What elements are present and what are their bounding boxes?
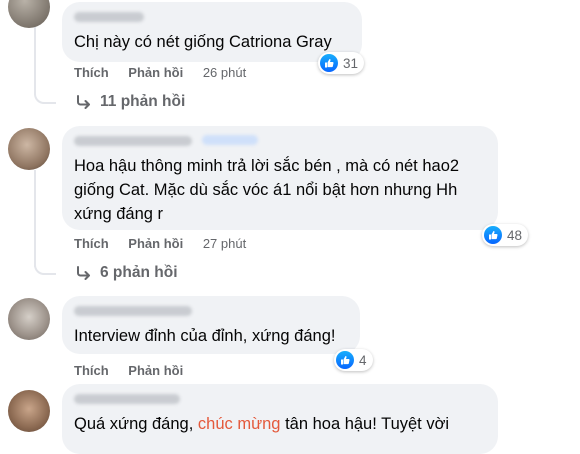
reply-link[interactable]: Phản hồi [128, 363, 183, 378]
comment-text-part: Quá xứng đáng, [74, 415, 198, 433]
comment-text-part: tân hoa hậu! Tuyệt vời [280, 415, 450, 433]
avatar[interactable] [8, 298, 50, 340]
reaction-badge[interactable]: 31 [318, 52, 365, 74]
reply-link[interactable]: Phản hồi [128, 65, 183, 80]
thread-hook [34, 259, 56, 275]
thread-line [34, 170, 36, 267]
comment-text: Interview đỉnh của đỉnh, xứng đáng! [74, 327, 336, 345]
reply-arrow-icon [77, 266, 90, 280]
comment-bubble: Chị này có nét giống Catriona Gray [62, 2, 362, 62]
comment-text: Quá xứng đáng, chúc mừng tân hoa hậu! Tu… [74, 412, 486, 436]
replies-count: 6 phản hồi [100, 264, 178, 281]
commenter-badge-blurred [202, 135, 258, 145]
like-link[interactable]: Thích [74, 363, 109, 378]
commenter-name-blurred [74, 136, 192, 146]
like-icon [336, 351, 354, 369]
comment-time[interactable]: 27 phút [203, 236, 246, 251]
reply-link[interactable]: Phản hồi [128, 236, 183, 251]
comment-text: Hoa hậu thông minh trả lời sắc bén , mà … [74, 157, 460, 223]
commenter-name-blurred [74, 394, 180, 404]
comment-actions: Thích Phản hồi [74, 363, 199, 378]
reaction-count: 4 [359, 352, 367, 368]
like-icon [484, 226, 502, 244]
comment-bubble: Interview đỉnh của đỉnh, xứng đáng! [62, 296, 360, 354]
comment-highlight: chúc mừng [197, 415, 281, 433]
replies-count: 11 phản hồi [100, 93, 186, 110]
reaction-badge[interactable]: 4 [334, 349, 373, 371]
reaction-badge[interactable]: 48 [482, 224, 529, 246]
comment-time[interactable]: 26 phút [203, 65, 246, 80]
comment-text: Chị này có nét giống Catriona Gray [74, 33, 332, 51]
view-replies-link[interactable]: 11 phản hồi [76, 93, 185, 111]
comment-actions: Thích Phản hồi 27 phút [74, 236, 262, 251]
comment-bubble: Hoa hậu thông minh trả lời sắc bén , mà … [62, 126, 498, 230]
avatar[interactable] [8, 128, 50, 170]
commenter-name-blurred [74, 306, 192, 316]
reaction-count: 48 [507, 227, 523, 243]
like-link[interactable]: Thích [74, 65, 109, 80]
view-replies-link[interactable]: 6 phản hồi [76, 264, 178, 282]
reply-arrow-icon [77, 95, 90, 109]
avatar[interactable] [8, 0, 50, 28]
like-icon [320, 54, 338, 72]
comment-actions: Thích Phản hồi 26 phút [74, 65, 262, 80]
comment-bubble: Quá xứng đáng, chúc mừng tân hoa hậu! Tu… [62, 384, 498, 454]
reaction-count: 31 [343, 55, 359, 71]
like-link[interactable]: Thích [74, 236, 109, 251]
avatar[interactable] [8, 390, 50, 432]
thread-hook [34, 88, 56, 104]
commenter-name-blurred [74, 12, 144, 22]
